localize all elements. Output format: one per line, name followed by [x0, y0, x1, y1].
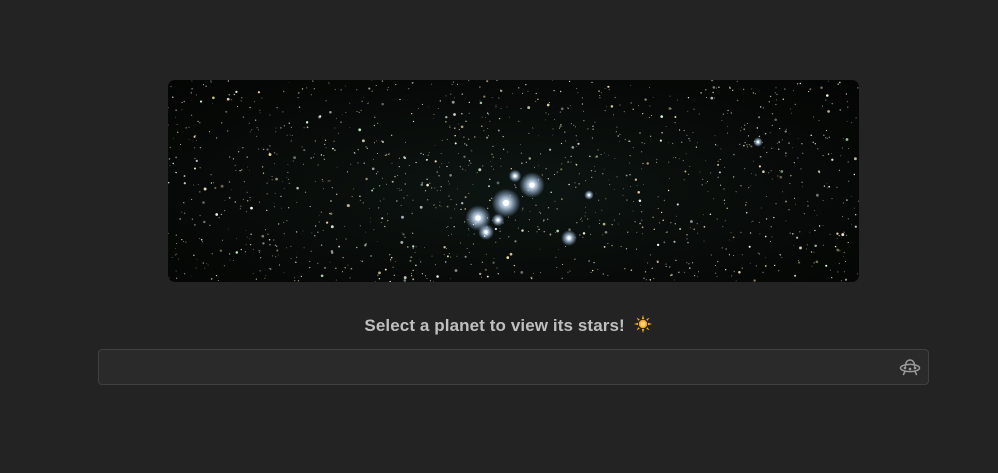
ufo-icon[interactable] [899, 357, 921, 377]
prompt-text: Select a planet to view its stars! [364, 316, 625, 335]
page: Select a planet to view its stars! [0, 0, 998, 473]
planet-prompt: Select a planet to view its stars! [0, 315, 998, 338]
planet-select[interactable] [98, 349, 929, 385]
sun-icon [633, 315, 652, 338]
starfield-image [168, 80, 859, 282]
starfield-canvas [168, 80, 859, 282]
